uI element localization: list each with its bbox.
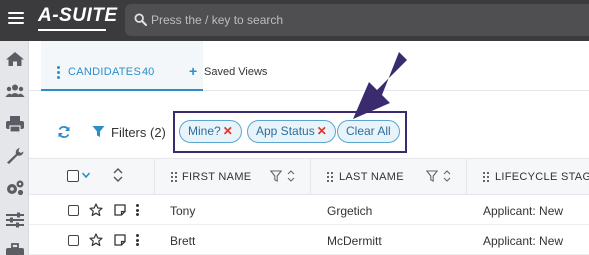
plus-icon: + bbox=[189, 63, 198, 79]
cell-lifecycle-stage: Applicant: New bbox=[483, 234, 564, 248]
row-menu-icon[interactable] bbox=[136, 234, 140, 246]
tab-candidates-label: CANDIDATES bbox=[68, 66, 142, 78]
row-menu-icon[interactable] bbox=[136, 204, 140, 216]
cell-first-name: Brett bbox=[170, 234, 196, 248]
column-header-first-name[interactable]: FIRST NAME bbox=[182, 171, 251, 183]
left-nav bbox=[0, 41, 29, 255]
search-icon bbox=[134, 13, 147, 26]
filters-label[interactable]: Filters (2) bbox=[111, 125, 166, 140]
column-separator bbox=[310, 158, 311, 195]
app-logo[interactable]: A-SUITE bbox=[38, 5, 118, 27]
column-sort-icon[interactable] bbox=[287, 169, 295, 183]
filter-chip-mine[interactable]: Mine? ✕ bbox=[179, 120, 242, 143]
cell-first-name: Tony bbox=[170, 204, 196, 218]
column-header-lifecycle-stage[interactable]: LIFECYCLE STAGE bbox=[495, 171, 589, 183]
note-icon[interactable] bbox=[114, 204, 126, 216]
row-checkbox[interactable] bbox=[68, 235, 79, 246]
sort-icon[interactable] bbox=[112, 167, 124, 183]
logo-underline bbox=[38, 29, 106, 31]
filter-chip-label: App Status bbox=[256, 124, 315, 138]
cell-last-name: McDermitt bbox=[327, 234, 382, 248]
column-sort-icon[interactable] bbox=[443, 169, 451, 183]
tab-candidates[interactable]: CANDIDATES 40 bbox=[41, 41, 203, 91]
app-window: A-SUITE Press the / key to search CANDID… bbox=[0, 0, 589, 255]
top-bar: A-SUITE bbox=[0, 0, 589, 41]
search-input[interactable] bbox=[151, 4, 571, 36]
home-icon[interactable] bbox=[5, 50, 25, 68]
filter-icon[interactable] bbox=[92, 125, 105, 138]
wrench-icon[interactable] bbox=[5, 147, 25, 165]
star-icon[interactable] bbox=[89, 233, 103, 247]
select-all-checkbox[interactable] bbox=[67, 170, 79, 182]
drag-handle-icon[interactable] bbox=[327, 172, 333, 182]
tab-candidates-count: 40 bbox=[142, 66, 155, 78]
clear-all-label: Clear All bbox=[346, 124, 391, 138]
drag-handle-icon[interactable] bbox=[171, 172, 177, 182]
drag-handle-icon[interactable] bbox=[483, 172, 489, 182]
kebab-icon[interactable] bbox=[57, 66, 60, 81]
table-row[interactable]: Brett McDermitt Applicant: New bbox=[29, 226, 589, 255]
cell-lifecycle-stage: Applicant: New bbox=[483, 204, 564, 218]
row-checkbox[interactable] bbox=[68, 205, 79, 216]
star-icon[interactable] bbox=[89, 203, 103, 217]
main-panel: CANDIDATES 40 + Saved Views Filters (2) … bbox=[29, 41, 589, 255]
cell-last-name: Grgetich bbox=[327, 204, 373, 218]
column-filter-icon[interactable] bbox=[426, 170, 438, 182]
users-icon[interactable] bbox=[5, 82, 25, 100]
clear-all-button[interactable]: Clear All bbox=[337, 120, 400, 143]
remove-filter-icon[interactable]: ✕ bbox=[223, 124, 233, 138]
remove-filter-icon[interactable]: ✕ bbox=[317, 124, 327, 138]
sliders-icon[interactable] bbox=[5, 211, 25, 229]
filter-chip-app-status[interactable]: App Status ✕ bbox=[247, 120, 336, 143]
tab-bar: CANDIDATES 40 + Saved Views bbox=[29, 41, 589, 91]
column-separator bbox=[466, 158, 467, 195]
refresh-icon[interactable] bbox=[57, 125, 71, 139]
note-icon[interactable] bbox=[114, 234, 126, 246]
briefcase-icon[interactable] bbox=[5, 243, 25, 255]
filter-chip-label: Mine? bbox=[188, 124, 221, 138]
column-filter-icon[interactable] bbox=[270, 170, 282, 182]
saved-views-label: Saved Views bbox=[204, 66, 268, 78]
printer-icon[interactable] bbox=[5, 115, 25, 133]
table-row[interactable]: Tony Grgetich Applicant: New bbox=[29, 196, 589, 225]
global-search[interactable] bbox=[125, 4, 589, 36]
chevron-down-icon[interactable] bbox=[82, 172, 90, 178]
hamburger-menu-icon[interactable] bbox=[8, 10, 24, 26]
column-separator bbox=[154, 158, 155, 195]
gears-icon[interactable] bbox=[5, 179, 25, 197]
column-header-last-name[interactable]: LAST NAME bbox=[339, 171, 404, 183]
